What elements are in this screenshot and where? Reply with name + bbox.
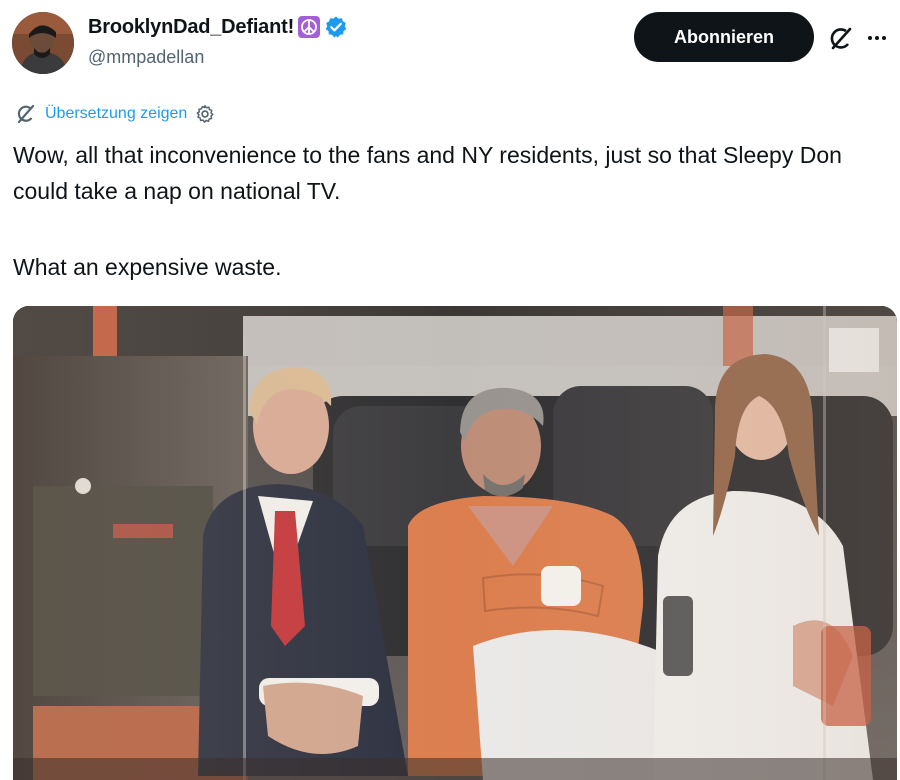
- avatar[interactable]: [12, 12, 74, 74]
- translate-row[interactable]: Übersetzung zeigen: [14, 102, 216, 126]
- author-display-name[interactable]: BrooklynDad_Defiant!: [88, 16, 294, 39]
- tweet-media-video[interactable]: [13, 306, 897, 780]
- gear-icon[interactable]: [194, 103, 216, 125]
- tweet: BrooklynDad_Defiant! @mmpadellan Abonnie…: [0, 0, 900, 780]
- show-translation-link[interactable]: Übersetzung zeigen: [45, 105, 187, 123]
- more-options-icon[interactable]: [868, 26, 896, 50]
- tweet-text: Wow, all that inconvenience to the fans …: [13, 137, 883, 285]
- tweet-paragraph: What an expensive waste.: [13, 254, 282, 280]
- follow-button[interactable]: Abonnieren: [634, 12, 814, 62]
- avatar-image: [12, 12, 74, 74]
- author-name-row: BrooklynDad_Defiant!: [88, 15, 348, 39]
- peace-symbol-icon: [298, 16, 321, 38]
- video-still-image: [13, 306, 897, 780]
- translate-grok-icon: [17, 104, 35, 124]
- verified-badge-icon[interactable]: [324, 15, 348, 39]
- grok-icon[interactable]: [826, 24, 856, 54]
- tweet-paragraph: Wow, all that inconvenience to the fans …: [13, 142, 842, 204]
- author-handle[interactable]: @mmpadellan: [88, 47, 204, 68]
